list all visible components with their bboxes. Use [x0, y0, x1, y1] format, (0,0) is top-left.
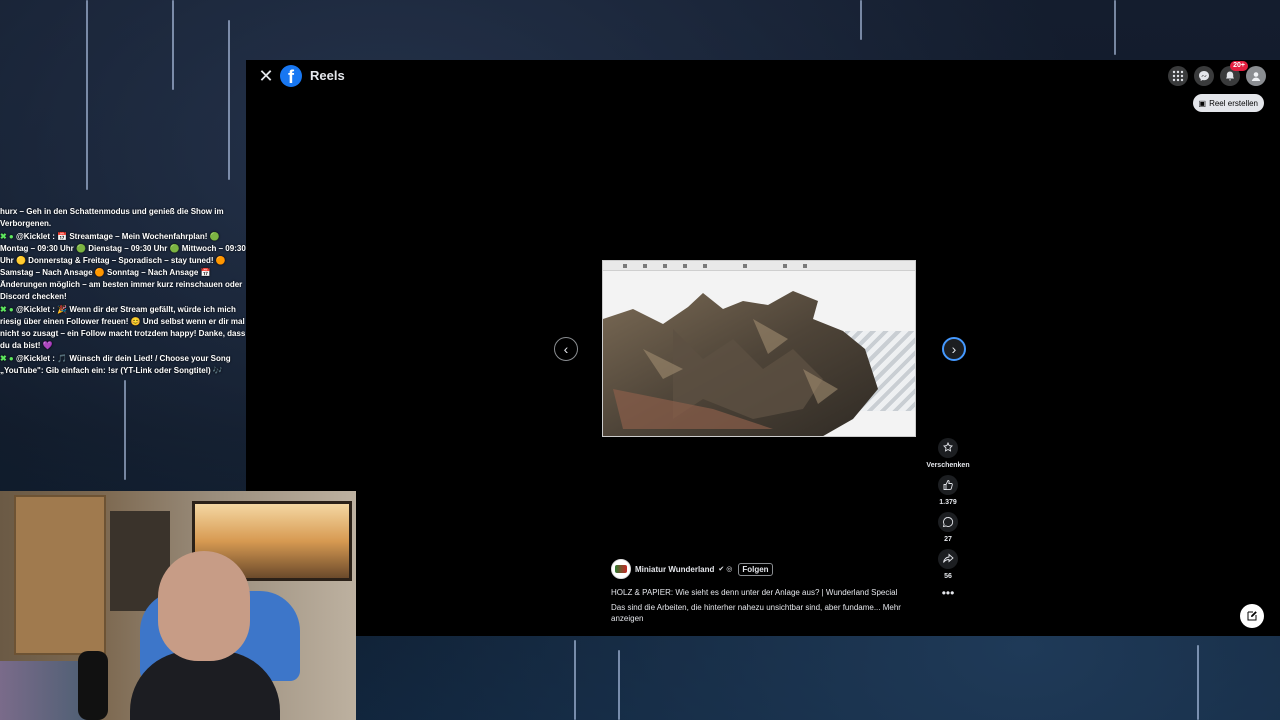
comment-count: 27 — [944, 536, 952, 543]
chevron-right-icon: › — [951, 341, 957, 357]
account-icon[interactable] — [1246, 66, 1266, 86]
share-action[interactable]: 56 — [928, 549, 968, 580]
create-reel-button[interactable]: ▣ Reel erstellen — [1192, 94, 1264, 112]
follow-button[interactable]: Folgen — [738, 562, 773, 576]
messenger-icon[interactable] — [1194, 66, 1214, 86]
chat-message: ✖ ● @Kicklet : 📅 Streamtage – Mein Woche… — [0, 231, 250, 303]
webcam-door — [14, 495, 106, 655]
streamer-body — [130, 651, 280, 720]
rain-streak — [1114, 0, 1116, 55]
rain-streak — [86, 0, 88, 190]
webcam-streamer — [130, 551, 280, 720]
reel-video[interactable] — [602, 260, 916, 437]
rain-streak — [124, 380, 126, 480]
top-toolbar: 20+ — [1168, 61, 1266, 86]
create-reel-label: Reel erstellen — [1209, 98, 1258, 108]
close-icon[interactable]: ✕ — [256, 66, 276, 86]
chat-text: @Kicklet : 🎉 Wenn dir der Stream gefällt… — [0, 305, 246, 350]
comment-icon[interactable] — [938, 512, 958, 532]
reel-actions: Verschenken 1.379 27 56 ••• — [926, 438, 970, 600]
chat-message: hurx – Geh in den Schattenmodus und geni… — [0, 207, 224, 228]
grid-menu-icon[interactable] — [1168, 66, 1188, 86]
facebook-logo-icon[interactable]: f — [280, 65, 302, 87]
thumbs-up-icon[interactable] — [938, 475, 958, 495]
edit-icon[interactable] — [1240, 604, 1264, 628]
chat-status-icon: ✖ ● — [0, 354, 14, 363]
like-action[interactable]: 1.379 — [928, 475, 968, 506]
rain-streak — [172, 0, 174, 90]
notification-badge: 20+ — [1230, 61, 1248, 71]
verified-globe-icon: ✔ ◎ — [718, 566, 733, 573]
stream-chat: hurx – Geh in den Schattenmodus und geni… — [0, 206, 250, 378]
author-avatar[interactable] — [611, 559, 631, 579]
3d-terrain-scan — [603, 291, 878, 436]
chat-message: ✖ ● @Kicklet : 🎉 Wenn dir der Stream gef… — [0, 304, 250, 352]
rain-streak — [860, 0, 862, 40]
page-title: Reels — [310, 68, 345, 83]
comment-action[interactable]: 27 — [928, 512, 968, 543]
reel-author: Miniatur Wunderland ✔ ◎ Folgen — [611, 559, 773, 579]
author-name[interactable]: Miniatur Wunderland — [635, 565, 714, 574]
rain-streak — [1197, 645, 1199, 720]
rain-streak — [228, 20, 230, 180]
gift-action[interactable]: Verschenken — [926, 438, 970, 469]
facebook-reels-window: ✕ f Reels 20+ ▣ Reel erstellen ‹ › Versc… — [246, 60, 1280, 636]
video-software-toolbar — [603, 261, 915, 271]
chat-message: ✖ ● @Kicklet : 🎵 Wünsch dir dein Lied! /… — [0, 353, 250, 377]
bell-icon[interactable]: 20+ — [1220, 61, 1248, 86]
gift-label: Verschenken — [926, 462, 970, 469]
facebook-logo-letter: f — [288, 67, 294, 87]
chat-status-icon: ✖ ● — [0, 232, 14, 241]
next-reel-button[interactable]: › — [942, 337, 966, 361]
streamer-head — [158, 551, 250, 661]
rain-streak — [574, 640, 576, 720]
webcam-microphone — [78, 651, 108, 720]
share-icon[interactable] — [938, 549, 958, 569]
reel-camera-icon: ▣ — [1198, 98, 1207, 108]
like-count: 1.379 — [939, 499, 957, 506]
chat-status-icon: ✖ ● — [0, 305, 14, 314]
chevron-left-icon: ‹ — [563, 341, 569, 357]
more-options-icon[interactable]: ••• — [928, 586, 968, 600]
caption-text[interactable]: Das sind die Arbeiten, die hinterher nah… — [611, 602, 911, 624]
share-count: 56 — [944, 573, 952, 580]
chat-text: @Kicklet : 🎵 Wünsch dir dein Lied! / Cho… — [0, 354, 231, 375]
previous-reel-button[interactable]: ‹ — [554, 337, 578, 361]
gift-icon[interactable] — [938, 438, 958, 458]
streamer-webcam — [0, 491, 356, 720]
webcam-bed — [0, 661, 90, 720]
chat-text: @Kicklet : 📅 Streamtage – Mein Wochenfah… — [0, 232, 246, 301]
rain-streak — [618, 650, 620, 720]
caption-title: HOLZ & PAPIER: Wie sieht es denn unter d… — [611, 588, 898, 597]
